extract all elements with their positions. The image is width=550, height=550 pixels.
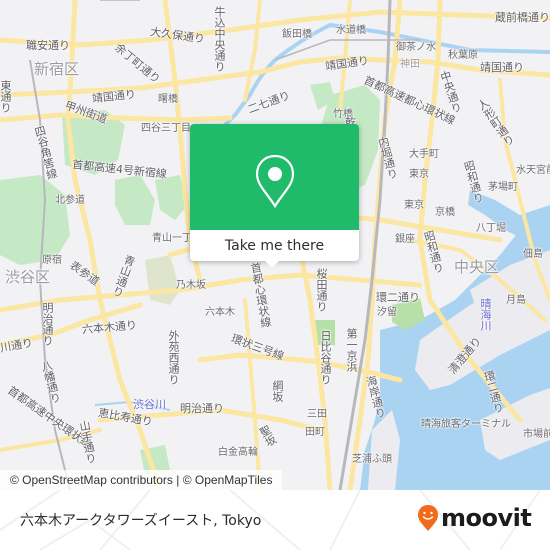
jingu-gaien-park <box>115 175 155 225</box>
map-label-daiichi-keihin: 第一京浜 <box>345 328 358 372</box>
map-label-kyobashi: 京橋 <box>435 207 455 218</box>
map-label-tokyo-station-2: 東京 <box>404 200 424 211</box>
location-pin-icon <box>255 154 295 209</box>
popup-pointer <box>264 260 280 268</box>
map-label-tsukudajima: 佃島 <box>523 249 543 260</box>
map-label-shokuan-dori: 職安通り <box>26 39 70 52</box>
map-label-ushigome-chuo-dori: 牛込中央通り <box>213 6 226 72</box>
map-label-suidobashi: 水道橋 <box>336 25 366 36</box>
map-label-sakurada-dori: 桜田通り <box>315 268 328 312</box>
footer-bar: 六本木アークタワーズイースト, Tokyo moovit <box>0 490 550 550</box>
map-label-meiji-dori-south: 明治通り <box>180 402 224 415</box>
map-label-shinjuku-ku: 新宿区 <box>34 60 80 78</box>
moovit-wordmark: moovit <box>441 504 532 532</box>
map-label-tokyo-station-1: 東京 <box>409 169 429 180</box>
take-me-there-button[interactable]: Take me there <box>190 230 359 261</box>
map-label-chuo-ku: 中央区 <box>454 258 500 276</box>
map-label-meiji-dori-west: 明治通り <box>41 302 54 346</box>
map-label-shibaura-futo: 芝浦ふ頭 <box>352 454 392 465</box>
map-label-shijomae: 市場前 <box>523 429 550 440</box>
map-label-kuramaebashi-dori: 蔵前橋通り <box>495 11 550 24</box>
map-label-mita: 三田 <box>307 409 327 420</box>
map-label-tsunazaka: 綱坂 <box>271 380 284 402</box>
map-label-yasukuni-dori-east: 靖国通り <box>480 61 524 74</box>
map-label-shibuya-river: 渋谷川 <box>133 398 166 411</box>
aoyama-cemetery <box>145 255 180 305</box>
map-label-kitasando: 北参道 <box>55 195 85 206</box>
meiji-jingu-park <box>0 175 70 265</box>
place-title: 六本木アークタワーズイースト, Tokyo <box>20 513 262 529</box>
map-label-tamachi: 田町 <box>305 427 325 438</box>
map-label-tsukishima: 月島 <box>506 295 526 306</box>
map-label-hibiya-dori: 日比谷通り <box>319 330 332 385</box>
map-label-higashi-dori: 東通り <box>0 80 12 113</box>
map-label-gaien-nishi-dori: 外苑西通り <box>167 330 180 385</box>
map-label-iidabashi: 飯田橋 <box>282 29 312 40</box>
map-label-kanni-dori-north: 環二通り <box>376 291 420 304</box>
map-label-roppongi: 六本木 <box>205 307 235 318</box>
map-label-shirokanetakanawa: 白金高輪 <box>218 447 258 458</box>
map-label-kayabacho: 茅場町 <box>488 182 518 193</box>
map-label-shiodome: 汐留 <box>377 307 397 318</box>
map-label-harumi-dori: 晴海川 <box>479 298 492 331</box>
map-label-ginza: 銀座 <box>395 234 415 245</box>
map-label-kanda: 神田 <box>400 59 420 70</box>
map-label-hatchobori: 八丁堀 <box>476 223 506 234</box>
map-label-suitengumae: 水天宮前 <box>516 165 550 176</box>
map-label-harajuku: 原宿 <box>42 255 62 266</box>
popup-header <box>190 124 359 230</box>
map-label-akihabara: 秋葉原 <box>448 50 478 61</box>
map-label-akebonobashi: 曙橋 <box>158 94 178 105</box>
map-label-shibuya-ku: 渋谷区 <box>5 268 51 286</box>
map-label-nogizaka: 乃木坂 <box>176 280 206 291</box>
map-attribution[interactable]: © OpenStreetMap contributors | © OpenMap… <box>0 470 283 490</box>
moovit-pin-icon <box>418 505 438 531</box>
map-label-harumi-terminal: 晴海旅客ターミナル <box>421 419 511 430</box>
map-label-yotsuya-sanchome: 四谷三丁目 <box>141 123 191 134</box>
destination-popup: Take me there <box>190 124 359 261</box>
map-label-otemachi: 大手町 <box>409 149 439 160</box>
map-label-ochanomizu: 御茶ノ水 <box>396 42 436 53</box>
moovit-logo[interactable]: moovit <box>417 504 532 532</box>
